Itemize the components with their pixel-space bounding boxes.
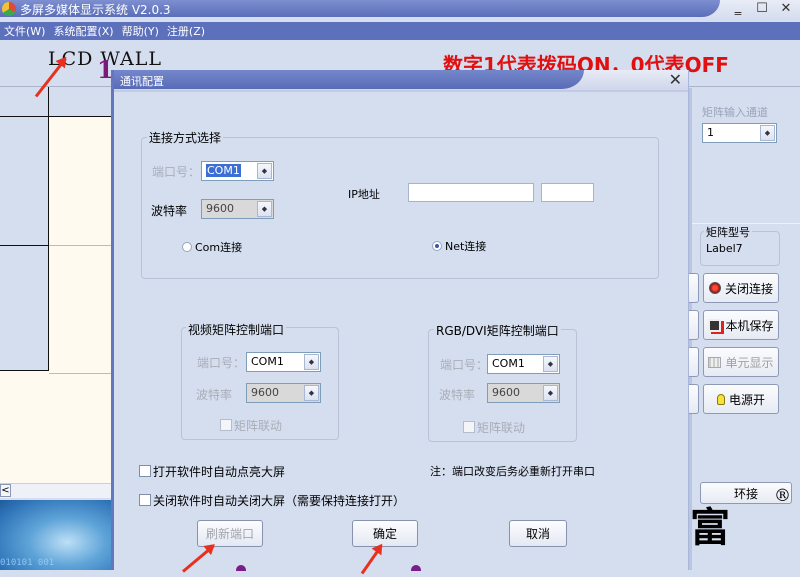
auto-on-checkbox[interactable] [139,465,151,477]
dialog-close-button[interactable]: ✕ [669,70,682,90]
dropdown-arrow-icon[interactable]: ◆ [543,385,558,401]
rgb-port-label: 端口号： [440,358,489,372]
matrix-input-label: 矩阵输入通道 [702,106,768,119]
lcd-cell-2[interactable] [0,245,49,371]
auto-off-label: 关闭软件时自动关闭大屏（需要保持连接打开） [153,494,406,508]
video-matrix-link-checkbox[interactable] [220,419,232,431]
collapsed-button-stub[interactable] [689,310,699,340]
red-record-icon [708,282,721,294]
radio-com-connection[interactable] [182,242,192,252]
conn-port-value: COM1 [206,164,241,177]
menu-file[interactable]: 文件(W) [0,23,49,39]
scroll-left-button[interactable]: < [0,484,11,497]
radio-com-label: Com连接 [195,241,243,254]
unit-display-button[interactable]: 单元显示 [703,347,779,377]
dialog-title-bar[interactable]: 通讯配置 ✕ [114,70,688,90]
local-save-label: 本机保存 [725,318,774,333]
window-title: 多屏多媒体显示系统 V2.0.3 [20,3,171,17]
port-change-note: 注：端口改变后务必重新打开串口 [430,465,595,478]
rgb-matrix-link-checkbox[interactable] [463,421,475,433]
rgb-baud-label: 波特率 [439,388,476,402]
dropdown-arrow-icon[interactable]: ◆ [304,354,319,370]
conn-baud-value: 9600 [206,202,234,215]
radio-net-connection[interactable] [432,241,442,251]
dialog-title-shape [114,70,584,89]
unit-display-label: 单元显示 [725,355,774,370]
collapsed-button-stub[interactable] [689,347,699,377]
horizontal-scrollbar[interactable]: < [0,483,112,498]
conn-port-label: 端口号： [152,165,201,179]
video-baud-value: 9600 [251,386,279,399]
close-button[interactable]: ✕ [776,0,796,18]
rgb-baud-value: 9600 [492,386,520,399]
matrix-input-spinner[interactable]: 1 ◆ [702,123,777,143]
lcd-cell-1[interactable] [0,116,49,246]
video-port-label: 端口号： [197,356,246,370]
grid-icon [708,356,722,368]
conn-port-select[interactable]: COM1 ◆ [201,161,274,181]
collapsed-button-stub[interactable] [689,384,699,414]
menu-system-config[interactable]: 系统配置(X) [49,23,117,39]
matrix-model-title: 矩阵型号 [704,224,752,240]
main-title-bar: 多屏多媒体显示系统 V2.0.3 ‗ ☐ ✕ [0,0,800,20]
video-baud-select[interactable]: 9600 ◆ [246,383,321,403]
connection-group-title: 连接方式选择 [147,129,224,146]
matrix-model-value: Label7 [706,242,743,255]
rgb-matrix-link-label: 矩阵联动 [477,421,526,435]
loop-connect-label: 环接 [733,487,758,501]
minimize-button[interactable]: ‗ [728,0,748,18]
menu-register[interactable]: 注册(Z) [163,23,209,39]
grid-line [49,245,112,246]
app-logo-icon [2,2,16,16]
close-connection-label: 关闭连接 [724,281,773,296]
grid-line [0,116,112,117]
ok-button[interactable]: 确定 [352,520,418,547]
spinner-arrows-icon[interactable]: ◆ [760,125,775,141]
bulb-icon [716,393,725,405]
video-port-value: COM1 [251,355,284,368]
power-on-label: 电源开 [728,392,765,407]
rgb-matrix-title: RGB/DVI矩阵控制端口 [434,322,561,339]
video-matrix-title: 视频矩阵控制端口 [186,321,287,338]
rgb-port-select[interactable]: COM1 ◆ [487,354,560,374]
annotation-marker-icon [236,565,246,571]
menu-bar: 文件(W) 系统配置(X) 帮助(Y) 注册(Z) [0,22,800,40]
close-connection-button[interactable]: 关闭连接 [703,273,779,303]
auto-on-label: 打开软件时自动点亮大屏 [153,465,286,479]
dropdown-arrow-icon[interactable]: ◆ [304,385,319,401]
ip-address-label: IP地址 [348,188,380,201]
local-save-button[interactable]: 本机保存 [703,310,779,340]
matrix-input-value: 1 [707,126,714,139]
dialog-title: 通讯配置 [120,75,164,88]
ip-port-input[interactable] [541,183,594,202]
menu-help[interactable]: 帮助(Y) [118,23,163,39]
video-baud-label: 波特率 [196,388,233,402]
conn-baud-label: 波特率 [151,204,188,218]
rgb-port-value: COM1 [492,357,525,370]
grid-line [48,87,49,117]
comm-config-dialog: 通讯配置 ✕ 连接方式选择 端口号： COM1 ◆ 波特率 9600 ◆ IP地… [111,70,689,570]
world-map-banner-image: 010101 001 [0,500,112,570]
registered-mark: ® [774,486,791,506]
collapsed-button-stub[interactable] [689,273,699,303]
save-icon [708,318,722,332]
maximize-button[interactable]: ☐ [752,0,772,18]
ip-address-input[interactable] [408,183,534,202]
dialog-title-separator [114,90,688,92]
auto-off-checkbox[interactable] [139,494,151,506]
banner-binary-text: 010101 001 [0,558,55,568]
power-on-button[interactable]: 电源开 [703,384,779,414]
video-port-select[interactable]: COM1 ◆ [246,352,321,372]
annotation-marker-icon [411,565,421,571]
dropdown-arrow-icon[interactable]: ◆ [257,201,272,217]
dropdown-arrow-icon[interactable]: ◆ [257,163,272,179]
rgb-baud-select[interactable]: 9600 ◆ [487,383,560,403]
radio-net-label: Net连接 [445,240,487,253]
video-matrix-link-label: 矩阵联动 [234,419,283,433]
conn-baud-select[interactable]: 9600 ◆ [201,199,274,219]
cancel-button[interactable]: 取消 [509,520,567,547]
grid-line [49,373,112,374]
dropdown-arrow-icon[interactable]: ◆ [543,356,558,372]
